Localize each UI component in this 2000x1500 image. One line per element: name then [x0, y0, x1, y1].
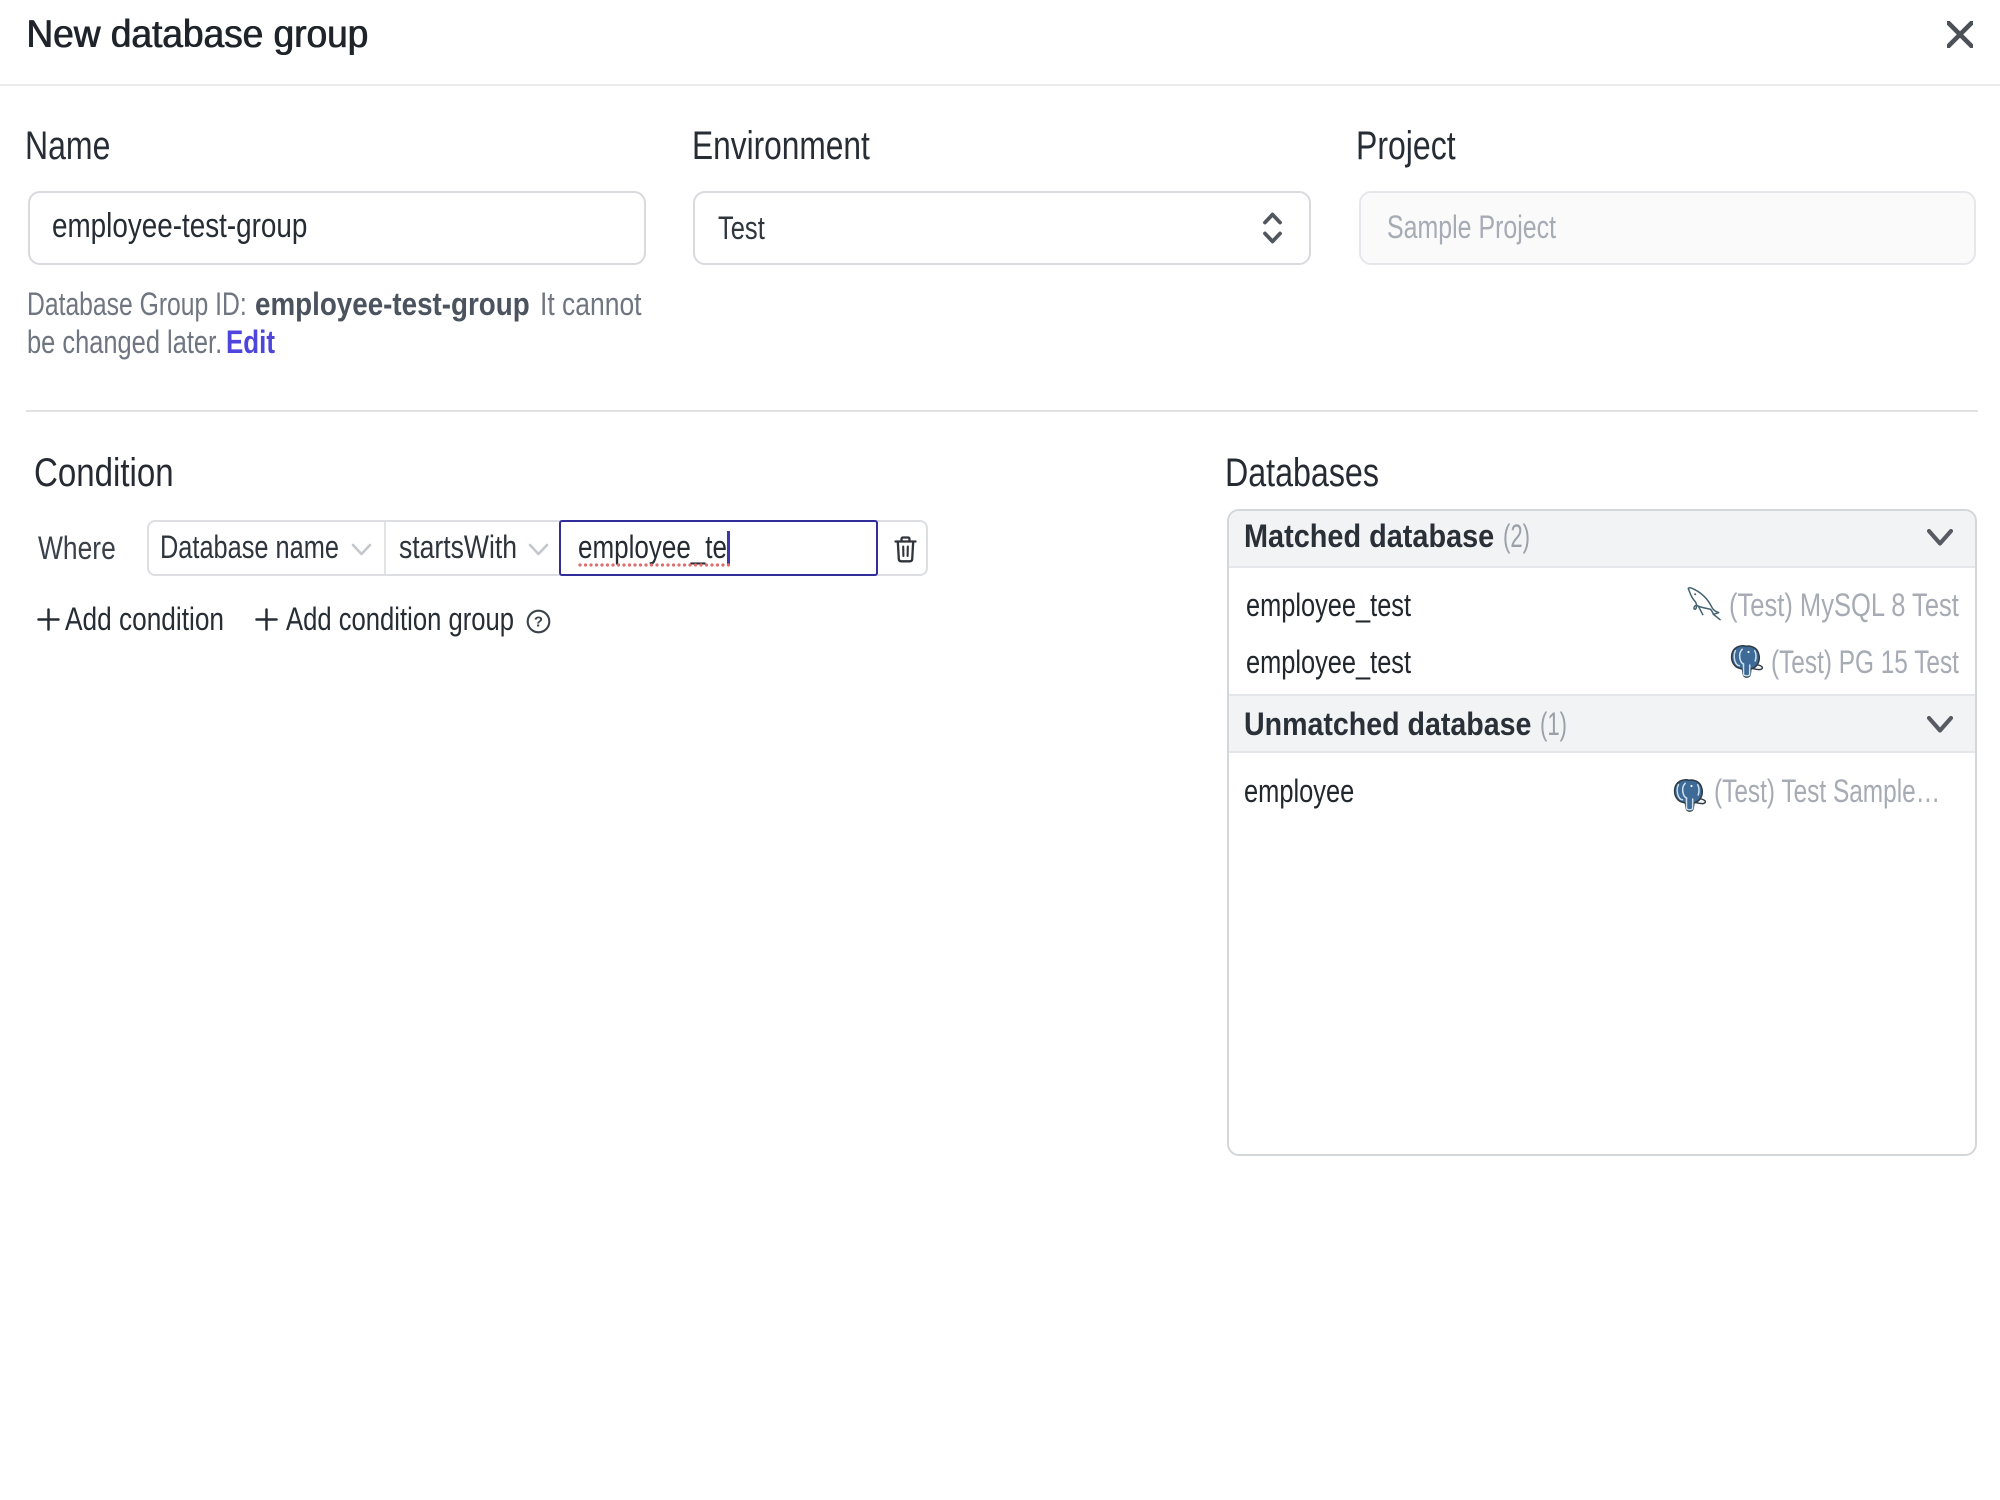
- svg-text:?: ?: [534, 614, 543, 631]
